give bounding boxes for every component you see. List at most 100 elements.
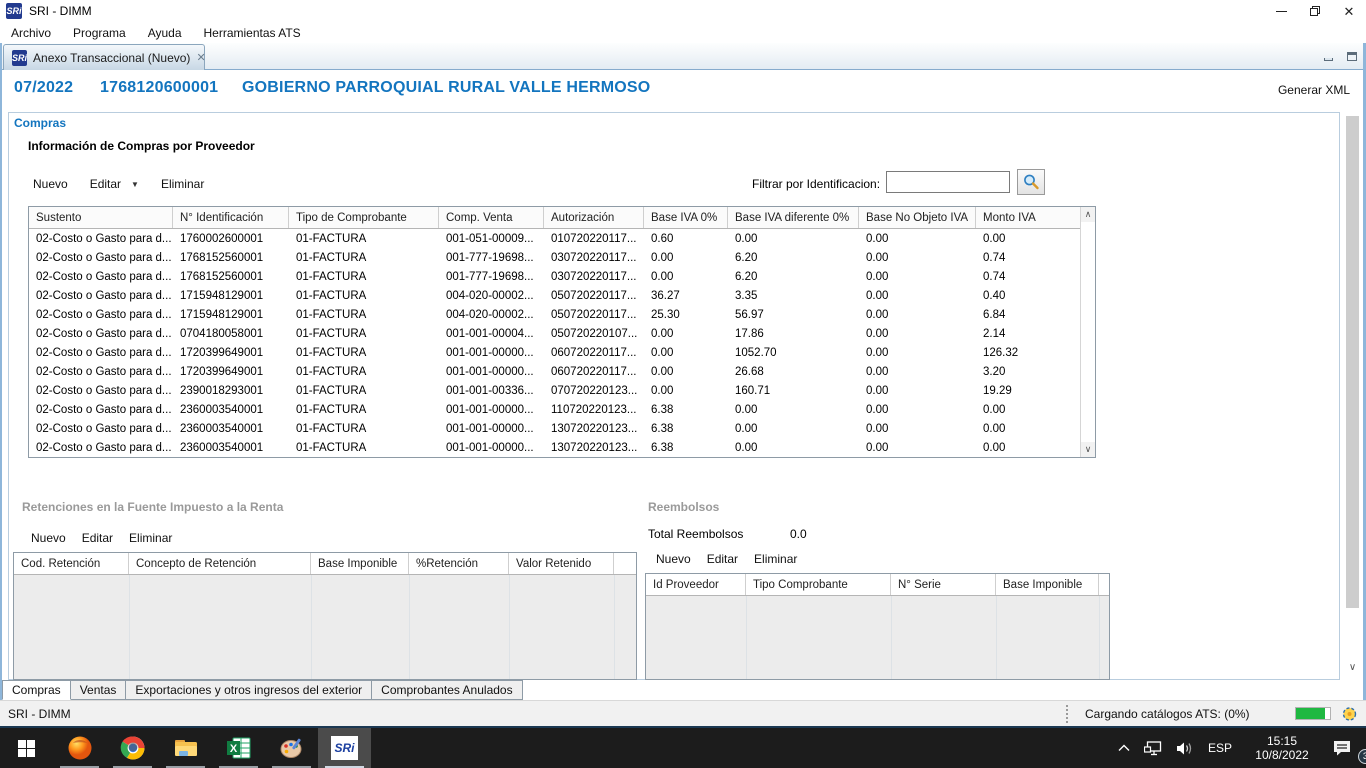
compras-toolbar: Nuevo Editar ▼ Eliminar: [33, 177, 204, 191]
tab-exportaciones[interactable]: Exportaciones y otros ingresos del exter…: [126, 680, 372, 700]
table-cell: 6.38: [644, 419, 728, 438]
view-minimize-button[interactable]: [1320, 47, 1336, 61]
reembolsos-editar-button[interactable]: Editar: [707, 552, 738, 566]
table-cell: 2360003540001: [173, 438, 289, 457]
tray-expand-button[interactable]: [1111, 728, 1137, 768]
network-icon: [1144, 741, 1162, 756]
compras-nuevo-button[interactable]: Nuevo: [33, 177, 68, 191]
column-header[interactable]: Autorización: [544, 207, 644, 228]
editar-dropdown-icon[interactable]: ▼: [131, 180, 139, 189]
column-header[interactable]: Cod. Retención: [14, 553, 129, 574]
tab-sri-icon: SRi: [12, 50, 27, 66]
table-cell: 0.00: [976, 229, 1082, 248]
content-scrollbar[interactable]: ∨: [1345, 116, 1360, 676]
column-header[interactable]: Sustento: [29, 207, 173, 228]
compras-eliminar-button[interactable]: Eliminar: [161, 177, 204, 191]
scroll-up-icon[interactable]: ∧: [1081, 207, 1095, 222]
table-cell: 0.00: [644, 248, 728, 267]
editor-tab-strip: SRi Anexo Transaccional (Nuevo) ✕: [0, 43, 1366, 70]
reembolsos-nuevo-button[interactable]: Nuevo: [656, 552, 691, 566]
table-row[interactable]: 02-Costo o Gasto para d...23600035400010…: [29, 400, 1095, 419]
minimize-button[interactable]: [1264, 0, 1298, 22]
column-header[interactable]: Monto IVA: [976, 207, 1082, 228]
column-header[interactable]: Concepto de Retención: [129, 553, 311, 574]
view-maximize-button[interactable]: [1344, 47, 1360, 61]
scrollbar-thumb[interactable]: [1346, 116, 1359, 608]
table-row[interactable]: 02-Costo o Gasto para d...23600035400010…: [29, 419, 1095, 438]
close-button[interactable]: ✕: [1332, 0, 1366, 22]
retenciones-editar-button[interactable]: Editar: [82, 531, 113, 545]
paint-icon: [278, 734, 306, 762]
close-icon: ✕: [1344, 5, 1355, 18]
retenciones-nuevo-button[interactable]: Nuevo: [31, 531, 66, 545]
taskbar-firefox[interactable]: [53, 728, 106, 768]
filter-input[interactable]: [886, 171, 1010, 193]
tab-ventas[interactable]: Ventas: [71, 680, 127, 700]
table-cell: 050720220117...: [544, 305, 644, 324]
table-row[interactable]: 02-Costo o Gasto para d...17600026000010…: [29, 229, 1095, 248]
generar-xml-button[interactable]: Generar XML: [1278, 83, 1350, 97]
table-cell: 001-051-00009...: [439, 229, 544, 248]
column-header[interactable]: Base IVA diferente 0%: [728, 207, 859, 228]
column-header[interactable]: N° Serie: [891, 574, 996, 595]
search-button[interactable]: [1017, 169, 1045, 195]
table-row[interactable]: 02-Costo o Gasto para d...17203996490010…: [29, 343, 1095, 362]
table-row[interactable]: 02-Costo o Gasto para d...23600035400010…: [29, 438, 1095, 457]
taskbar-chrome[interactable]: [106, 728, 159, 768]
column-header[interactable]: %Retención: [409, 553, 509, 574]
language-indicator[interactable]: ESP: [1201, 728, 1239, 768]
table-cell: 130720220123...: [544, 419, 644, 438]
restore-button[interactable]: [1298, 0, 1332, 22]
table-row[interactable]: 02-Costo o Gasto para d...23900182930010…: [29, 381, 1095, 400]
menu-herramientas-ats[interactable]: Herramientas ATS: [193, 24, 312, 42]
reembolsos-eliminar-button[interactable]: Eliminar: [754, 552, 797, 566]
tab-comprobantes-anulados[interactable]: Comprobantes Anulados: [372, 680, 522, 700]
menu-programa[interactable]: Programa: [62, 24, 137, 42]
start-button[interactable]: [0, 728, 53, 768]
table-cell: 050720220107...: [544, 324, 644, 343]
scroll-down-icon[interactable]: ∨: [1345, 660, 1360, 674]
table-cell: 02-Costo o Gasto para d...: [29, 400, 173, 419]
table-cell: 2360003540001: [173, 400, 289, 419]
column-header[interactable]: Id Proveedor: [646, 574, 746, 595]
column-header[interactable]: N° Identificación: [173, 207, 289, 228]
tab-anexo-transaccional[interactable]: SRi Anexo Transaccional (Nuevo) ✕: [3, 44, 205, 70]
compras-editar-button[interactable]: Editar: [90, 177, 121, 191]
taskbar-paint[interactable]: [265, 728, 318, 768]
column-header[interactable]: Valor Retenido: [509, 553, 614, 574]
column-header[interactable]: Comp. Venta: [439, 207, 544, 228]
total-reembolsos-label: Total Reembolsos: [648, 527, 743, 541]
menu-archivo[interactable]: Archivo: [0, 24, 62, 42]
compras-table-scrollbar[interactable]: ∧ ∨: [1080, 207, 1095, 457]
column-header[interactable]: Base Imponible: [996, 574, 1099, 595]
tab-compras[interactable]: Compras: [2, 680, 71, 700]
table-cell: 0.00: [859, 305, 976, 324]
table-row[interactable]: 02-Costo o Gasto para d...17203996490010…: [29, 362, 1095, 381]
table-cell: 030720220117...: [544, 248, 644, 267]
taskbar-excel[interactable]: X: [212, 728, 265, 768]
table-row[interactable]: 02-Costo o Gasto para d...17681525600010…: [29, 267, 1095, 286]
table-row[interactable]: 02-Costo o Gasto para d...07041800580010…: [29, 324, 1095, 343]
table-cell: 02-Costo o Gasto para d...: [29, 343, 173, 362]
retenciones-eliminar-button[interactable]: Eliminar: [129, 531, 172, 545]
reembolsos-table-header: Id ProveedorTipo ComprobanteN° SerieBase…: [646, 574, 1109, 596]
taskbar-file-explorer[interactable]: [159, 728, 212, 768]
action-center-button[interactable]: 3: [1325, 728, 1366, 768]
table-row[interactable]: 02-Costo o Gasto para d...17159481290010…: [29, 286, 1095, 305]
column-header[interactable]: Base Imponible: [311, 553, 409, 574]
column-header[interactable]: Tipo de Comprobante: [289, 207, 439, 228]
scroll-down-icon[interactable]: ∨: [1081, 442, 1095, 457]
volume-tray-button[interactable]: [1169, 728, 1201, 768]
network-tray-button[interactable]: [1137, 728, 1169, 768]
column-header[interactable]: Base IVA 0%: [644, 207, 728, 228]
table-row[interactable]: 02-Costo o Gasto para d...17681525600010…: [29, 248, 1095, 267]
taskbar-sri-dimm[interactable]: SRi: [318, 728, 371, 768]
table-cell: 01-FACTURA: [289, 229, 439, 248]
table-cell: 6.84: [976, 305, 1082, 324]
table-row[interactable]: 02-Costo o Gasto para d...17159481290010…: [29, 305, 1095, 324]
tab-close-icon[interactable]: ✕: [196, 51, 205, 64]
column-header[interactable]: Base No Objeto IVA: [859, 207, 976, 228]
column-header[interactable]: Tipo Comprobante: [746, 574, 891, 595]
clock-tray[interactable]: 15:15 10/8/2022: [1239, 728, 1325, 768]
menu-ayuda[interactable]: Ayuda: [137, 24, 193, 42]
